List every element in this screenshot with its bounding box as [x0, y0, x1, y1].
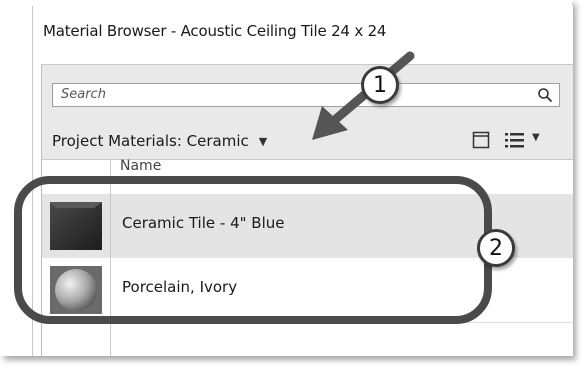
search-placeholder: Search	[61, 87, 106, 102]
search-icon[interactable]	[537, 87, 553, 103]
window-title: Material Browser - Acoustic Ceiling Tile…	[43, 22, 387, 40]
callout-1: 1	[361, 66, 399, 104]
list-view-icon[interactable]	[504, 131, 526, 149]
callout-arrow-icon	[312, 51, 415, 140]
highlight-rectangle	[14, 176, 492, 324]
library-dropdown-label: Project Materials: Ceramic	[52, 132, 249, 150]
list-view-chevron-icon[interactable]: ▼	[532, 132, 540, 143]
column-header-name[interactable]: Name	[120, 158, 161, 174]
chevron-down-icon: ▼	[258, 134, 268, 148]
library-dropdown[interactable]: Project Materials: Ceramic ▼	[52, 130, 267, 152]
panel-view-icon[interactable]	[472, 131, 490, 149]
callout-2: 2	[477, 229, 515, 267]
